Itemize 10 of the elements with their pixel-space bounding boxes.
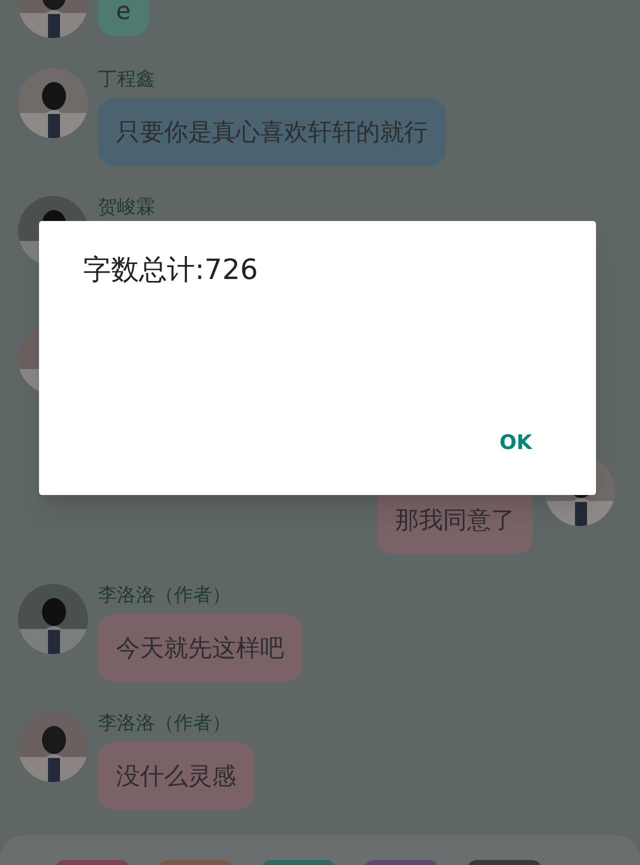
sender-name: 丁程鑫	[98, 68, 156, 90]
ok-button[interactable]: OK	[500, 427, 532, 457]
sender-name: 贺峻霖	[98, 196, 155, 218]
sender-name: 李洛洛（作者）	[98, 712, 232, 734]
sender-name: 李洛洛（作者）	[98, 584, 232, 606]
message-bubble: 今天就先这样吧	[98, 614, 302, 682]
message-bubble: 没什么灵感	[98, 742, 254, 810]
message-bubble: e	[98, 0, 149, 36]
dialog-message: 字数总计:726	[83, 252, 258, 288]
message-bubble: 只要你是真心喜欢轩轩的就行	[98, 98, 446, 166]
